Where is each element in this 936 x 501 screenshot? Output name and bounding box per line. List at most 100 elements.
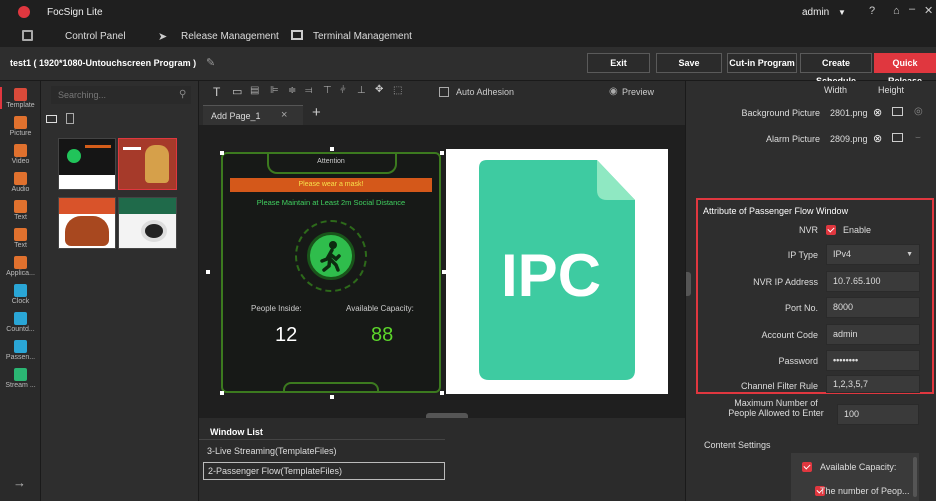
align-right-icon[interactable]: ⫤ [305,85,313,96]
align-left-icon[interactable]: ⊫ [270,85,279,96]
collapse-side-handle[interactable] [686,272,691,296]
center-icon[interactable]: ✥ [375,84,383,95]
folder-icon[interactable] [892,107,903,116]
menu-control-panel[interactable]: Control Panel [65,31,126,42]
tab-close-icon[interactable]: × [281,109,287,121]
save-button[interactable]: Save [656,53,722,73]
window-list-divider [199,439,445,440]
password-input[interactable]: •••••••• [826,350,920,371]
align-bottom-icon[interactable]: ⊥ [357,85,366,96]
selection-handle[interactable] [220,391,224,395]
resource-nav: Template Picture Video Audio Text Text Applica… [0,81,41,501]
eye-closed-icon[interactable]: ⌣ [915,132,921,143]
chevron-down-icon: ▼ [838,8,846,17]
align-top-icon[interactable]: ⊤ [323,85,332,96]
menu-release-management[interactable]: Release Management [181,31,279,42]
section-title: Attribute of Passenger Flow Window [703,206,849,216]
template-thumb-2[interactable] [118,138,177,190]
lock-icon[interactable]: ⌂ [893,5,900,17]
add-page-button[interactable]: + [312,104,321,121]
nav-item-0[interactable]: Template [0,88,41,116]
program-bar: test1 ( 1920*1080-Untouchscreen Program … [0,47,936,86]
account-input[interactable]: admin [826,324,920,345]
minimize-icon[interactable]: – [909,3,915,15]
live-streaming-window[interactable]: IPC [446,149,668,394]
nav-item-7[interactable]: Clock [0,284,41,312]
eye-icon[interactable]: ◉ [609,86,618,97]
window-list-item[interactable]: 3-Live Streaming(TemplateFiles) [203,442,445,460]
search-icon[interactable]: ⚲ [179,89,186,100]
widget-footer-decoration [283,382,379,392]
landscape-icon[interactable] [46,115,57,123]
nvr-enable-checkbox[interactable] [826,225,836,235]
edit-icon[interactable]: ✎ [206,56,215,69]
folder-icon[interactable] [892,133,903,142]
text-icon [14,200,27,213]
nav-item-10[interactable]: Stream ... [0,368,41,396]
menu-terminal-management[interactable]: Terminal Management [313,31,412,42]
fit-icon[interactable]: ⬚ [393,85,402,96]
auto-adhesion-checkbox[interactable] [439,87,449,97]
selection-handle[interactable] [440,151,444,155]
ip-type-select[interactable]: IPv4 ▼ [826,244,920,265]
passenger-flow-attributes: Attribute of Passenger Flow Window NVR E… [696,198,934,394]
nav-item-1[interactable]: Picture [0,116,41,144]
exit-button[interactable]: Exit [587,53,650,73]
thumb-label [123,147,141,150]
tab-page-1[interactable]: Add Page_1 × [203,105,303,125]
passenger-flow-window[interactable]: Attention Please wear a mask! Please Mai… [221,152,441,393]
portrait-icon[interactable] [66,113,74,124]
stream-icon [14,368,27,381]
distance-message: Please Maintain at Least 2m Social Dista… [256,198,406,207]
clear-icon[interactable]: ⊗ [873,132,882,145]
selection-handle[interactable] [440,391,444,395]
template-thumb-4[interactable] [118,197,177,249]
channel-filter-input[interactable]: 1,2,3,5,7 [826,375,920,393]
frame-tool-icon[interactable]: ▭ [232,85,242,98]
thumb-passenger-icon [67,149,81,163]
clear-icon[interactable]: ⊗ [873,106,882,119]
user-menu[interactable]: admin ▼ [802,7,846,18]
nvr-ip-input[interactable]: 10.7.65.100 [826,271,920,292]
quick-release-button[interactable]: Quick Release [874,53,936,86]
nav-item-8[interactable]: Countd... [0,312,41,340]
thumb-top-strip [119,198,176,214]
text-tool-icon[interactable]: T [213,85,220,99]
align-middle-icon[interactable]: ⫩ [340,85,346,96]
nav-item-4[interactable]: Text [0,200,41,228]
monitor-icon [291,30,303,40]
editor-toolbar: T ▭ ▤ ⊫ ≑ ⫤ ⊤ ⫩ ⊥ ✥ ⬚ Auto Adhesion ◉ Pr… [199,81,685,103]
nav-item-3[interactable]: Audio [0,172,41,200]
template-thumb-1[interactable] [58,138,116,190]
close-icon[interactable]: ✕ [924,4,933,17]
preview-button[interactable]: Preview [622,87,654,97]
list-scrollbar[interactable] [913,457,917,497]
nav-item-6[interactable]: Applica... [0,256,41,284]
control-panel-icon [22,30,33,41]
available-capacity-label: Available Capacity: [346,304,414,313]
nav-item-9[interactable]: Passen... [0,340,41,368]
eye-icon[interactable]: ◎ [914,106,923,117]
cut-in-program-button[interactable]: Cut-in Program [727,53,797,73]
search-input[interactable]: Searching... [51,86,191,104]
selection-handle[interactable] [330,395,334,399]
thumb-sushi [141,220,167,242]
selection-handle[interactable] [206,270,210,274]
canvas-area: Attention Please wear a mask! Please Mai… [199,125,685,419]
max-people-input[interactable]: 100 [837,404,919,425]
create-schedule-button[interactable]: Create Schedule [800,53,872,86]
nav-item-2[interactable]: Video [0,144,41,172]
nav-label: Stream ... [5,382,36,389]
help-icon[interactable]: ? [869,5,875,17]
selection-handle[interactable] [330,147,334,151]
window-list-item-selected[interactable]: 2-Passenger Flow(TemplateFiles) [203,462,445,480]
nav-item-5[interactable]: Text [0,228,41,256]
template-thumb-3[interactable] [58,197,116,249]
port-input[interactable]: 8000 [826,297,920,318]
selection-handle[interactable] [220,151,224,155]
available-capacity-checkbox[interactable] [802,462,812,472]
expand-arrow-icon[interactable]: → [13,475,26,490]
layout-tool-icon[interactable]: ▤ [250,85,259,96]
text-icon [14,228,27,241]
align-center-icon[interactable]: ≑ [288,85,296,96]
